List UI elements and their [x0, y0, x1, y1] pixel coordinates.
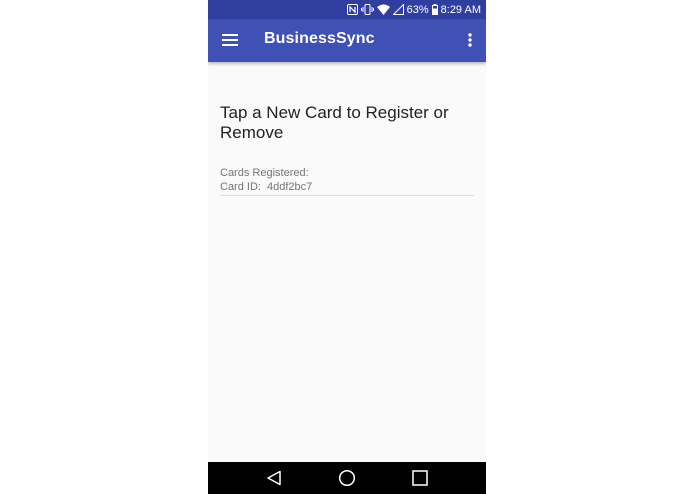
wifi-icon [376, 4, 390, 16]
status-time: 8:29 AM [440, 3, 481, 16]
recents-icon [412, 470, 428, 486]
cards-registered-label: Cards Registered: [220, 167, 309, 179]
signal-icon [392, 4, 404, 16]
status-bar: 63% 8:29 AM [208, 0, 486, 19]
battery-percent: 63% [406, 3, 429, 16]
card-id-label: Card ID: [220, 181, 261, 193]
navigation-bar [208, 462, 486, 494]
hamburger-menu-icon [222, 34, 238, 46]
home-icon [338, 469, 356, 487]
back-button[interactable] [263, 468, 285, 488]
battery-icon [431, 4, 438, 16]
main-content: Tap a New Card to Register or Remove Car… [220, 62, 474, 196]
card-list-item[interactable]: Card ID: 4ddf2bc7 [220, 180, 474, 196]
app-title: BusinessSync [264, 30, 375, 47]
page-heading: Tap a New Card to Register or Remove [220, 103, 449, 142]
card-id-value: 4ddf2bc7 [266, 181, 313, 193]
back-icon [267, 470, 281, 486]
nfc-icon [346, 4, 358, 16]
more-vert-icon [468, 33, 472, 47]
menu-button[interactable] [219, 29, 241, 51]
vibrate-icon [360, 4, 374, 16]
phone-screen: 63% 8:29 AM BusinessSync Tap a New Card … [208, 0, 486, 494]
overflow-menu-button[interactable] [462, 29, 478, 51]
home-button[interactable] [336, 468, 358, 488]
app-bar: BusinessSync [208, 19, 486, 62]
recents-button[interactable] [409, 468, 431, 488]
